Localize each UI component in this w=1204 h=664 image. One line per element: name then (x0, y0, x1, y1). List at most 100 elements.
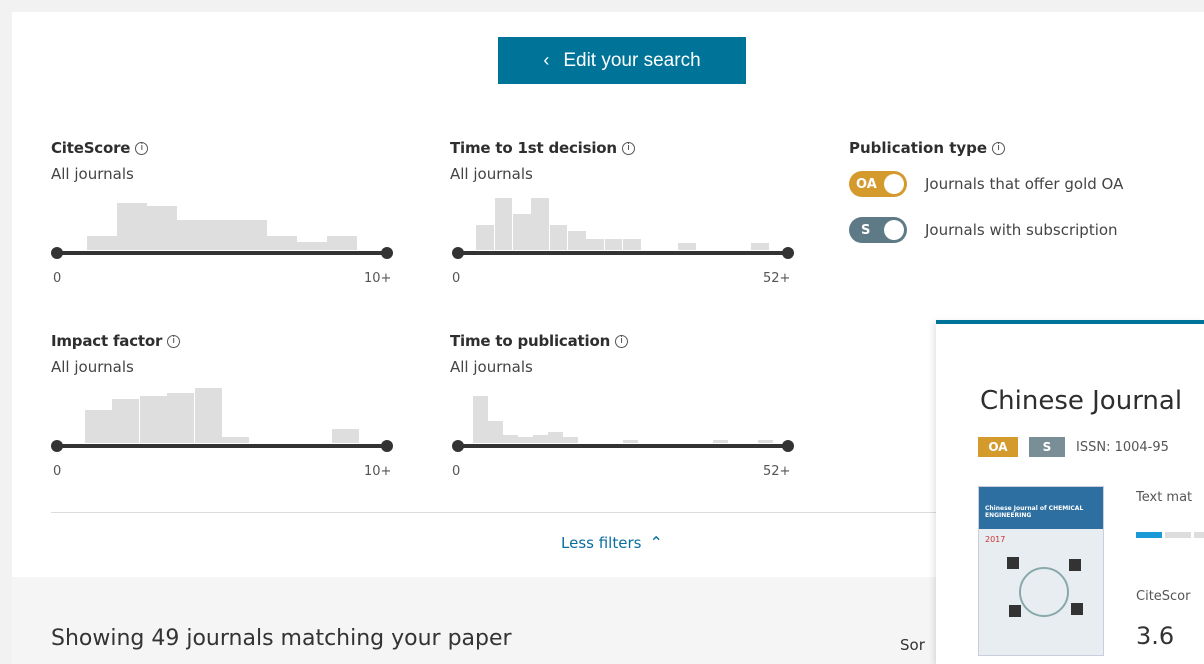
histogram-bar (751, 243, 770, 250)
citescore-title: CiteScore (51, 139, 131, 157)
toggle-knob (884, 174, 904, 194)
cover-title: Chinese Journal of CHEMICAL ENGINEERING (985, 505, 1084, 519)
text-match-meter (1136, 532, 1204, 538)
histogram-bar (112, 399, 139, 443)
info-icon[interactable]: i (167, 334, 181, 348)
histogram-bar (87, 236, 117, 250)
histogram-bar (237, 220, 267, 250)
time-first-decision-min-handle[interactable] (452, 247, 464, 259)
histogram-bar (623, 239, 641, 250)
impact-factor-filter: Impact factor i All journals (51, 332, 411, 376)
cover-year: 2017 (985, 535, 1006, 544)
histogram-bar (147, 206, 177, 250)
edit-search-label: Edit your search (563, 49, 701, 71)
oa-badge: OA (978, 437, 1018, 457)
time-first-decision-histogram (458, 195, 788, 250)
citescore-label: CiteScor (1136, 589, 1191, 604)
info-icon[interactable]: i (135, 141, 149, 155)
histogram-bar (533, 435, 548, 443)
histogram-bar (327, 236, 357, 250)
citescore-max-label: 10+ (364, 271, 392, 286)
citescore-value: 3.6 (1136, 622, 1175, 650)
info-icon[interactable]: i (992, 141, 1006, 155)
less-filters-label: Less filters (561, 533, 642, 552)
text-match-label: Text mat (1136, 490, 1193, 505)
results-count: Showing 49 journals matching your paper (51, 626, 512, 651)
histogram-bar (267, 236, 297, 250)
histogram-bar (167, 393, 194, 443)
citescore-min-label: 0 (53, 271, 62, 286)
chevron-up-icon: ⌃ (649, 533, 663, 552)
time-publication-max-handle[interactable] (782, 440, 794, 452)
impact-factor-slider[interactable] (51, 440, 393, 452)
histogram-bar (139, 396, 167, 443)
text-match-segment (1194, 532, 1204, 538)
histogram-bar (194, 388, 222, 443)
histogram-bar (531, 198, 550, 250)
less-filters-link[interactable]: Less filters ⌃ (561, 533, 663, 552)
oa-toggle-row[interactable]: OA Journals that offer gold OA (849, 171, 1123, 197)
citescore-slider[interactable] (51, 247, 393, 259)
time-publication-slider[interactable] (452, 440, 794, 452)
info-icon[interactable]: i (615, 334, 629, 348)
divider (51, 512, 951, 513)
time-first-decision-slider[interactable] (452, 247, 794, 259)
time-first-decision-max-handle[interactable] (782, 247, 794, 259)
citescore-max-handle[interactable] (381, 247, 393, 259)
histogram-bar (518, 437, 533, 443)
histogram-bar (758, 440, 773, 443)
journal-card[interactable]: Chinese Journal OA S ISSN: 1004-95 Chine… (936, 320, 1204, 664)
histogram-bar (473, 396, 488, 443)
histogram-bar (84, 410, 112, 443)
oa-toggle[interactable]: OA (849, 171, 907, 197)
sort-label[interactable]: Sor (900, 636, 925, 654)
citescore-subtitle: All journals (51, 165, 134, 183)
time-publication-title: Time to publication (450, 332, 611, 350)
text-match-segment (1165, 532, 1191, 538)
time-publication-min-label: 0 (452, 464, 461, 479)
time-publication-min-handle[interactable] (452, 440, 464, 452)
histogram-bar (604, 239, 623, 250)
histogram-bar (177, 220, 207, 250)
time-first-decision-subtitle: All journals (450, 165, 533, 183)
time-publication-filter: Time to publication i All journals (450, 332, 810, 376)
histogram-bar (207, 220, 237, 250)
cover-graphic (1019, 567, 1069, 617)
info-icon[interactable]: i (621, 141, 635, 155)
citescore-filter: CiteScore i All journals (51, 139, 411, 183)
histogram-bar (513, 214, 531, 250)
subscription-toggle-label: S (861, 222, 871, 238)
subscription-badge: S (1029, 437, 1065, 457)
time-publication-max-label: 52+ (763, 464, 791, 479)
histogram-bar (332, 429, 359, 443)
impact-factor-max-handle[interactable] (381, 440, 393, 452)
edit-search-button[interactable]: ‹ Edit your search (498, 37, 746, 84)
journal-cover-image: Chinese Journal of CHEMICAL ENGINEERING … (978, 486, 1104, 656)
oa-option-label: Journals that offer gold OA (925, 175, 1124, 193)
citescore-min-handle[interactable] (51, 247, 63, 259)
histogram-bar (494, 198, 513, 250)
histogram-bar (488, 421, 503, 443)
histogram-bar (713, 440, 728, 443)
toggle-knob (884, 220, 904, 240)
subscription-option-label: Journals with subscription (925, 221, 1118, 239)
subscription-toggle[interactable]: S (849, 217, 907, 243)
time-publication-subtitle: All journals (450, 358, 533, 376)
chevron-left-icon: ‹ (543, 50, 550, 70)
subscription-toggle-row[interactable]: S Journals with subscription (849, 217, 1123, 243)
time-first-decision-filter: Time to 1st decision i All journals (450, 139, 810, 183)
text-match-segment (1136, 532, 1162, 538)
histogram-bar (117, 203, 147, 250)
citescore-histogram (57, 195, 387, 250)
histogram-bar (297, 242, 327, 250)
time-first-decision-min-label: 0 (452, 271, 461, 286)
histogram-bar (476, 225, 495, 250)
impact-factor-min-handle[interactable] (51, 440, 63, 452)
journal-title[interactable]: Chinese Journal (980, 386, 1182, 416)
time-first-decision-title: Time to 1st decision (450, 139, 617, 157)
histogram-bar (678, 243, 696, 250)
impact-factor-subtitle: All journals (51, 358, 134, 376)
histogram-bar (548, 432, 563, 443)
impact-factor-title: Impact factor (51, 332, 163, 350)
histogram-bar (549, 225, 568, 250)
